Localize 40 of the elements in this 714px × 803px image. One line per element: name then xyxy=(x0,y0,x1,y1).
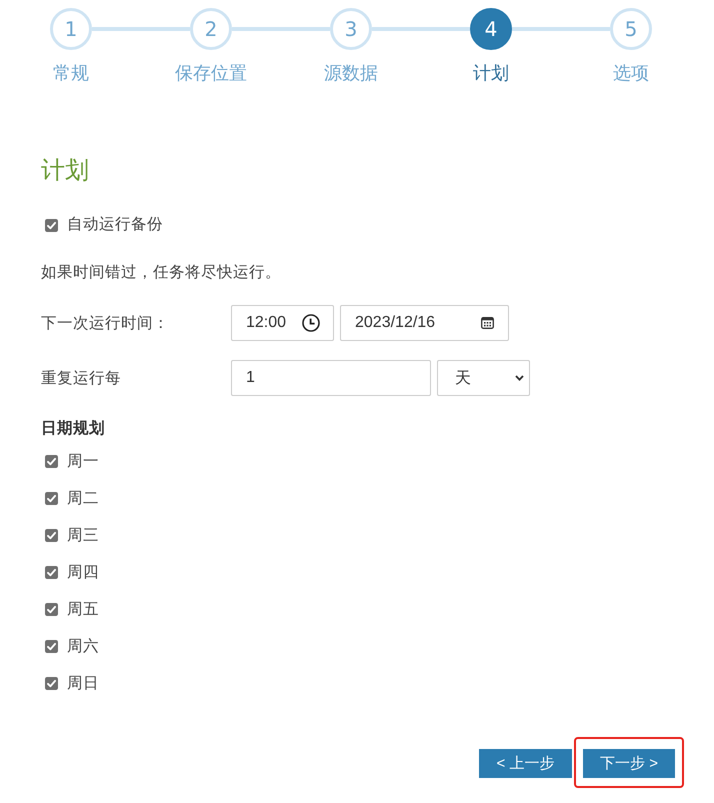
checkbox[interactable] xyxy=(45,677,58,690)
previous-button[interactable]: < 上一步 xyxy=(479,749,572,778)
checkbox-label: 周四 xyxy=(67,563,99,583)
step-label: 源数据 xyxy=(324,62,378,84)
checkbox[interactable] xyxy=(45,603,58,616)
time-field[interactable]: 12:00 xyxy=(231,305,334,341)
checkbox-label: 周日 xyxy=(67,674,99,694)
date-field[interactable]: 2023/12/16 xyxy=(340,305,509,341)
checkbox[interactable] xyxy=(45,529,58,542)
checkbox-label: 周三 xyxy=(67,526,99,546)
step-circle: 5 xyxy=(610,8,652,50)
checkbox[interactable] xyxy=(45,218,58,232)
checkbox-label: 周二 xyxy=(67,489,99,509)
step-circle: 2 xyxy=(190,8,232,50)
unit-select[interactable]: 天 xyxy=(437,360,530,396)
step-label: 计划 xyxy=(473,62,509,84)
step-circle: 3 xyxy=(330,8,372,50)
step-circle: 1 xyxy=(50,8,92,50)
chevron-down-icon xyxy=(515,375,524,381)
section-subtitle: 日期规划 xyxy=(41,418,105,438)
step-label: 常规 xyxy=(53,62,89,84)
checkbox-label: 周六 xyxy=(67,637,99,657)
checkbox[interactable] xyxy=(45,492,58,505)
next-button[interactable]: 下一步 > xyxy=(583,749,675,778)
checkbox[interactable] xyxy=(45,640,58,653)
step-label: 选项 xyxy=(613,62,649,84)
step-circle: 4 xyxy=(470,8,512,50)
checkbox-label: 周一 xyxy=(67,452,99,472)
section-title: 计划 xyxy=(41,156,89,186)
checkbox-label: 自动运行备份 xyxy=(67,215,163,235)
number-field[interactable]: 1 xyxy=(231,360,431,396)
step-label: 保存位置 xyxy=(175,62,247,84)
checkbox[interactable] xyxy=(45,566,58,579)
field-label: 下一次运行时间： xyxy=(41,314,169,332)
clock-icon xyxy=(302,314,320,332)
checkbox-label: 周五 xyxy=(67,600,99,620)
checkbox[interactable] xyxy=(45,455,58,468)
field-label: 重复运行每 xyxy=(41,370,121,386)
calendar-icon xyxy=(481,317,494,329)
info-text: 如果时间错过，任务将尽快运行。 xyxy=(41,263,281,283)
